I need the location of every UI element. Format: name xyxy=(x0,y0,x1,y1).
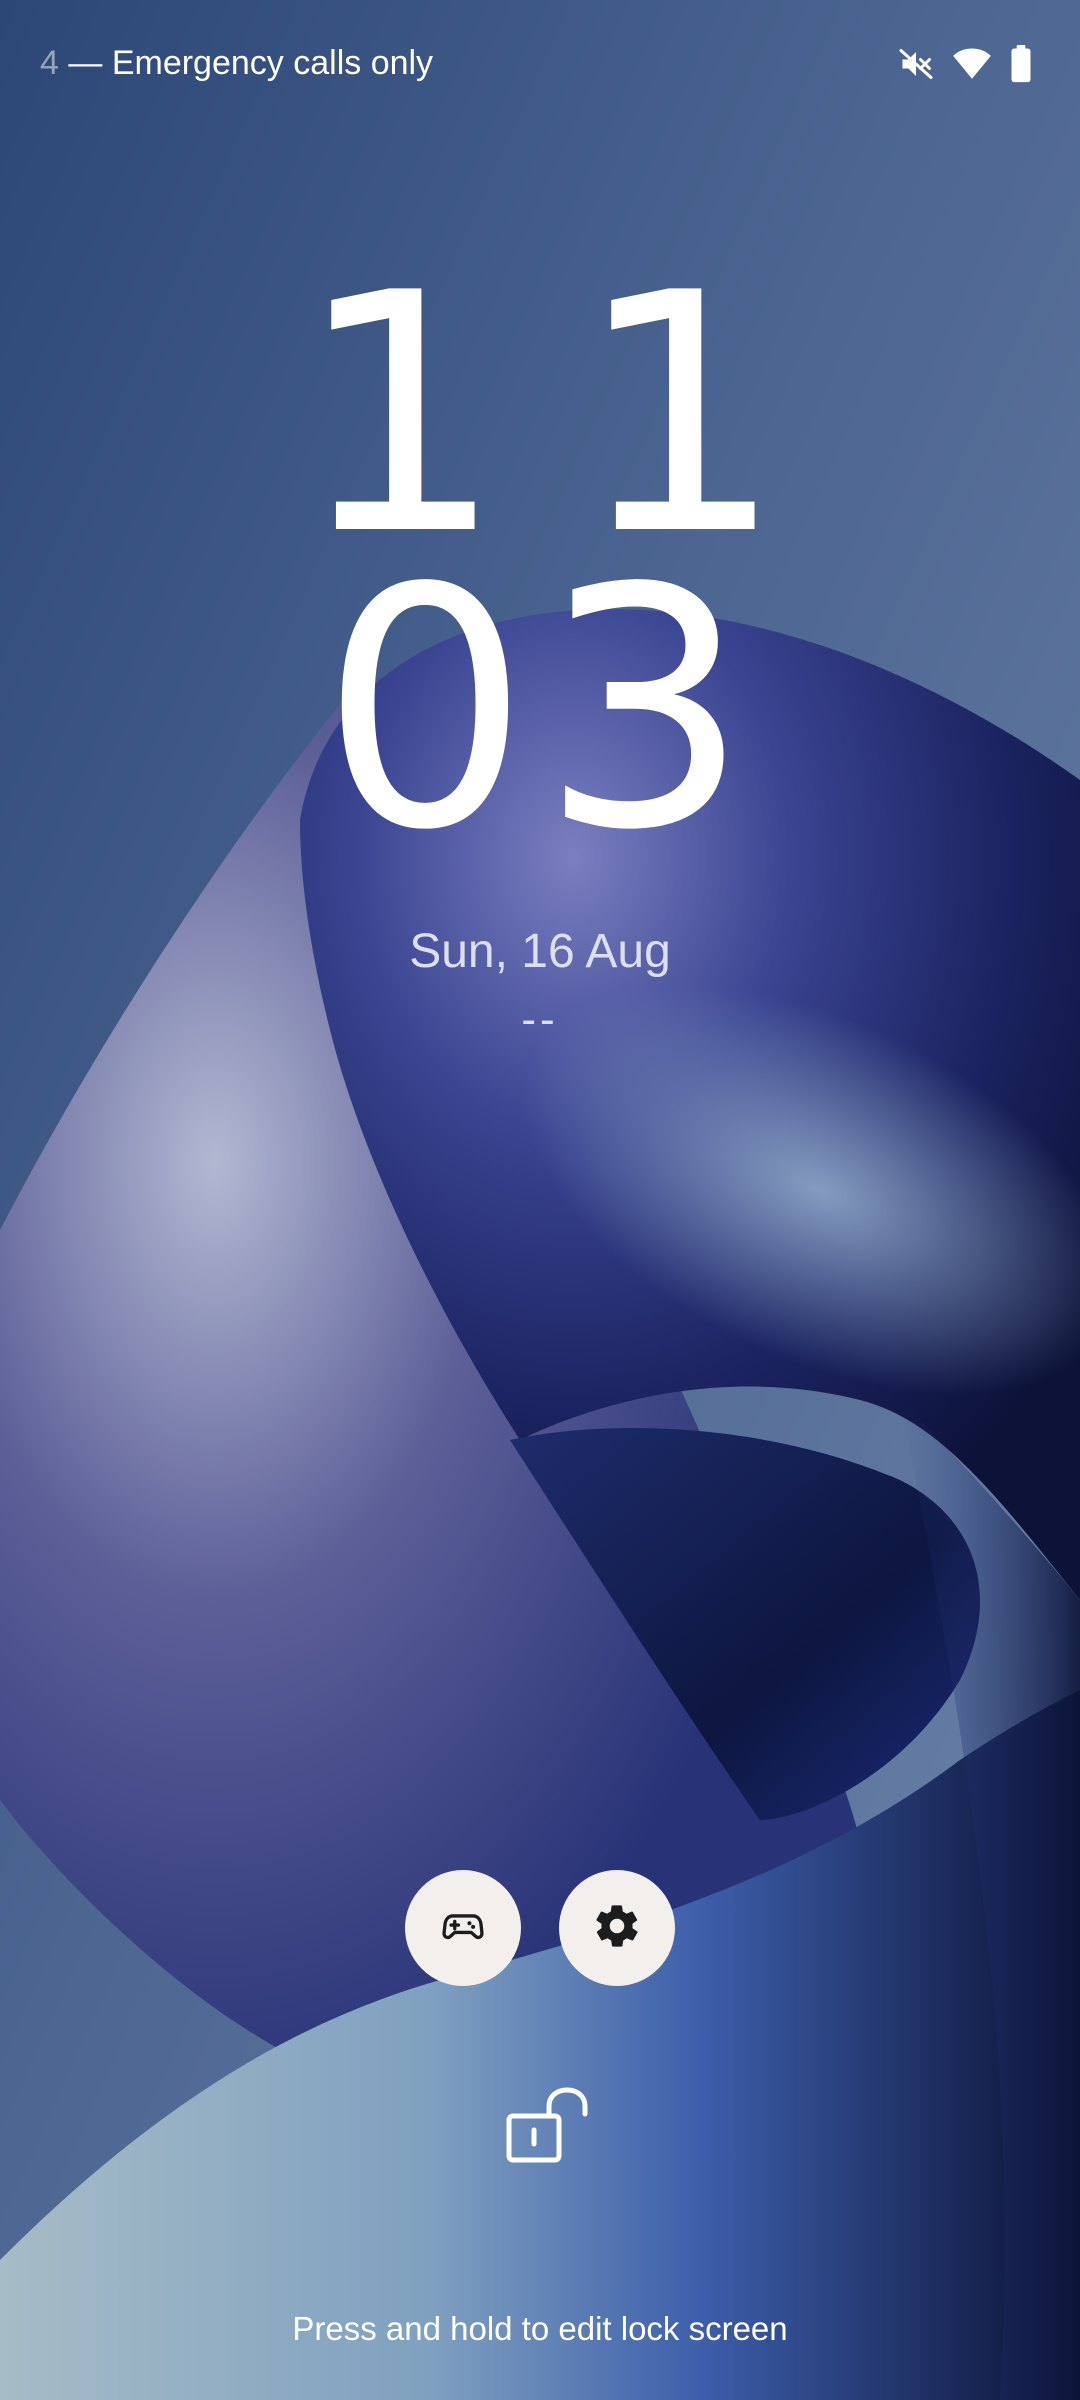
carrier-status: 4 — Emergency calls only xyxy=(40,44,433,83)
date: Sun, 16 Aug xyxy=(409,925,671,978)
clock-minutes: 03 xyxy=(320,518,760,902)
game-shortcut-button[interactable] xyxy=(405,1870,521,1986)
status-icons xyxy=(898,44,1032,84)
game-controller-icon xyxy=(441,1904,485,1953)
edit-lock-screen-hint: Press and hold to edit lock screen xyxy=(292,2310,788,2347)
status-bar[interactable]: 4 — Emergency calls only xyxy=(0,0,1080,130)
gear-icon xyxy=(592,1901,642,1956)
wifi-icon xyxy=(952,46,992,82)
weather-placeholder: -- xyxy=(521,995,559,1044)
mute-icon xyxy=(898,46,934,82)
carrier-text: — Emergency calls only xyxy=(68,44,434,82)
lock-screen[interactable]: 4 — Emergency calls only 11 03 Sun, 16 A… xyxy=(0,0,1080,2400)
unlock-icon[interactable] xyxy=(505,2086,593,2166)
battery-icon xyxy=(1010,45,1032,83)
carrier-prefix: 4 xyxy=(40,44,59,82)
settings-shortcut-button[interactable] xyxy=(559,1870,675,1986)
